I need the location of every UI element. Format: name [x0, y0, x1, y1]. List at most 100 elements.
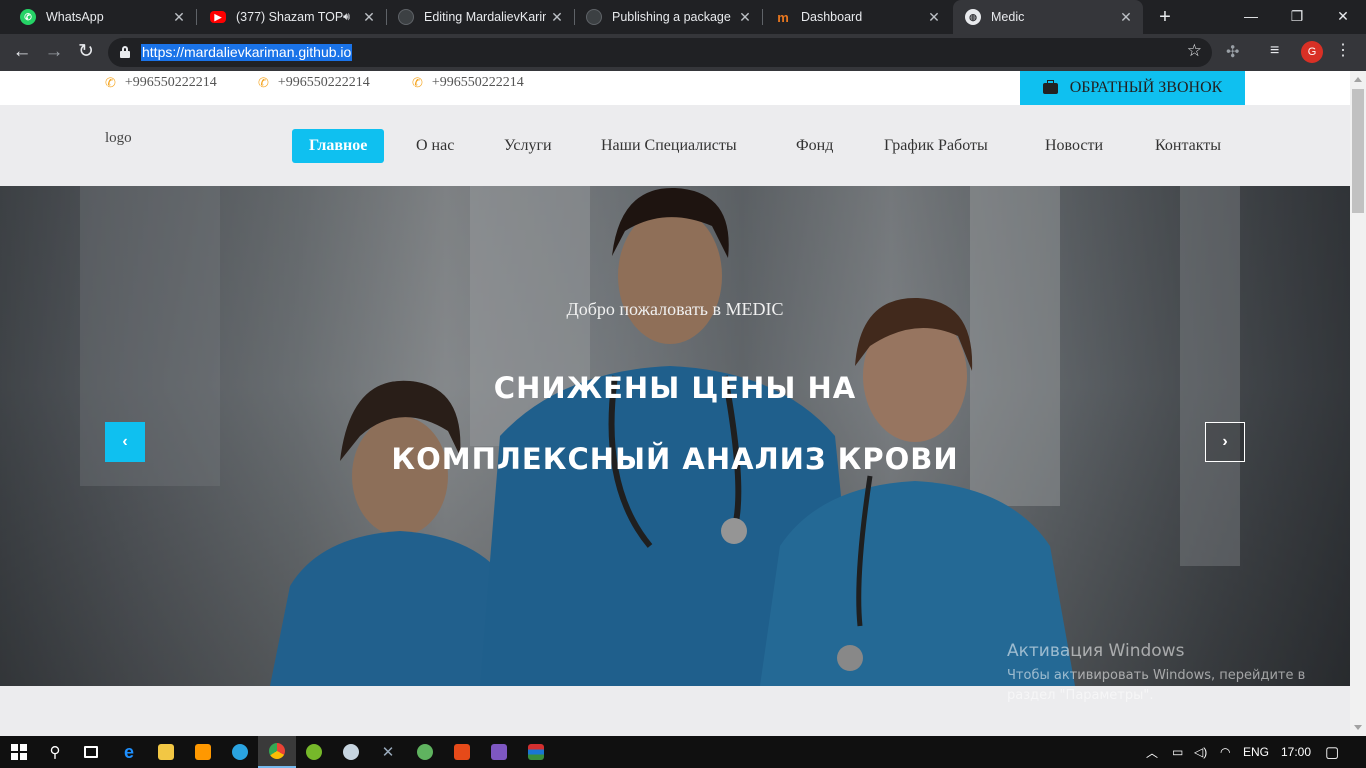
hero-slider: Добро пожаловать в MEDIC СНИЖЕНЫ ЦЕНЫ НА…	[0, 186, 1350, 686]
back-button[interactable]: ←	[8, 38, 36, 66]
main-navbar: logo Главное О нас Услуги Наши Специалис…	[0, 105, 1350, 186]
slider-next-button[interactable]: ›	[1205, 422, 1245, 462]
dashboard-icon: m	[777, 9, 789, 25]
phone-contact-1[interactable]: ✆ +996550222214	[105, 75, 217, 91]
close-icon[interactable]: ✕	[358, 9, 380, 26]
close-icon[interactable]: ✕	[546, 9, 568, 26]
language-indicator[interactable]: ENG	[1243, 736, 1269, 768]
callback-button[interactable]: ОБРАТНЫЙ ЗВОНОК	[1020, 71, 1245, 105]
phone-contact-3[interactable]: ✆ +996550222214	[412, 75, 524, 91]
nav-services[interactable]: Услуги	[504, 129, 552, 163]
tab-title: Editing MardalievKarim	[424, 10, 546, 24]
phone-number: +996550222214	[124, 75, 217, 90]
slider-prev-button[interactable]: ‹	[105, 422, 145, 462]
close-icon[interactable]: ✕	[734, 9, 756, 26]
nav-home[interactable]: Главное	[292, 129, 385, 163]
tab-whatsapp[interactable]: ✆ WhatsApp ✕	[8, 0, 197, 34]
github-icon	[586, 9, 602, 25]
tab-title: WhatsApp	[46, 10, 104, 24]
chevron-right-icon: ›	[1222, 433, 1228, 450]
tab-dashboard[interactable]: m Dashboard ✕	[763, 0, 951, 34]
steam-icon[interactable]	[332, 736, 370, 768]
tab-github-editing[interactable]: Editing MardalievKarim ✕	[386, 0, 575, 34]
notification-icon[interactable]: ▢	[1325, 736, 1339, 768]
phone-contact-2[interactable]: ✆ +996550222214	[258, 75, 370, 91]
callback-label: ОБРАТНЫЙ ЗВОНОК	[1069, 79, 1223, 96]
battery-icon[interactable]: ▭	[1172, 736, 1183, 768]
nav-fund[interactable]: Фонд	[796, 129, 833, 163]
site-logo[interactable]: logo	[105, 130, 132, 147]
address-bar[interactable]: https://mardalievkariman.github.io ☆	[108, 38, 1212, 67]
game-icon[interactable]: ✕	[369, 736, 407, 768]
url-text[interactable]: https://mardalievkariman.github.io	[141, 44, 353, 61]
reload-button[interactable]: ↻	[72, 38, 100, 66]
tab-title: Publishing a package -	[612, 10, 734, 24]
app-purple-icon[interactable]	[480, 736, 518, 768]
volume-icon[interactable]: ◁)	[1194, 736, 1207, 768]
hero-dark-overlay	[0, 186, 1350, 686]
chrome-icon[interactable]	[258, 736, 296, 768]
close-icon[interactable]: ✕	[1115, 9, 1137, 26]
contact-topbar: ✆ +996550222214 ✆ +996550222214 ✆ +99655…	[0, 71, 1350, 105]
audio-playing-icon[interactable]: 🔊︎	[343, 11, 350, 24]
extension-icon[interactable]: ✣	[1226, 42, 1239, 62]
profile-avatar[interactable]: G	[1301, 41, 1323, 63]
maximize-button[interactable]: ❐	[1274, 0, 1320, 34]
tray-chevron-icon[interactable]: ︿	[1146, 736, 1158, 768]
tab-github-publishing[interactable]: Publishing a package - ✕	[574, 0, 763, 34]
phone-icon: ✆	[105, 75, 116, 90]
tab-strip: ✆ WhatsApp ✕ ▶ (377) Shazam TOP 5 🔊︎ ✕ E…	[0, 0, 1366, 34]
nav-contacts[interactable]: Контакты	[1155, 129, 1221, 163]
tab-youtube[interactable]: ▶ (377) Shazam TOP 5 🔊︎ ✕	[198, 0, 387, 34]
search-icon[interactable]: ⚲	[36, 736, 74, 768]
youtube-icon: ▶	[210, 11, 226, 23]
windows-logo-icon	[11, 744, 27, 760]
telegram-icon[interactable]	[221, 736, 259, 768]
office-icon[interactable]	[443, 736, 481, 768]
xbox-icon[interactable]	[406, 736, 444, 768]
tab-title: (377) Shazam TOP 5	[236, 10, 344, 24]
start-button[interactable]	[0, 736, 38, 768]
hero-headline-line-1: СНИЖЕНЫ ЦЕНЫ НА	[493, 371, 857, 405]
page-scrollbar[interactable]	[1350, 71, 1366, 736]
scroll-thumb[interactable]	[1352, 89, 1364, 213]
phone-icon: ✆	[412, 75, 423, 90]
hero-headline-line-2: КОМПЛЕКСНЫЙ АНАЛИЗ КРОВИ	[391, 442, 959, 476]
forward-button[interactable]: →	[40, 38, 68, 66]
tab-medic[interactable]: ◍ Medic ✕	[953, 0, 1143, 34]
phone-number: +996550222214	[431, 75, 524, 90]
activation-text: Чтобы активировать Windows, перейдите в …	[1007, 668, 1306, 703]
window-close-button[interactable]: ✕	[1320, 0, 1366, 34]
lock-icon[interactable]	[120, 46, 130, 58]
wifi-icon[interactable]: ◠	[1220, 736, 1230, 768]
sublime-text-icon[interactable]	[184, 736, 222, 768]
utorrent-icon[interactable]	[295, 736, 333, 768]
tab-separator	[196, 9, 197, 25]
scroll-down-arrow[interactable]	[1354, 725, 1362, 730]
clock[interactable]: 17:00	[1281, 736, 1311, 768]
github-icon	[398, 9, 414, 25]
hero-welcome-text: Добро пожаловать в MEDIC	[566, 299, 784, 319]
chevron-left-icon: ‹	[122, 433, 128, 450]
media-control-icon[interactable]: ≡	[1270, 42, 1279, 60]
nav-about[interactable]: О нас	[416, 129, 454, 163]
bookmark-star-icon[interactable]: ☆	[1187, 41, 1202, 61]
new-tab-button[interactable]: +	[1152, 4, 1178, 30]
task-view-icon[interactable]	[72, 736, 110, 768]
minimize-button[interactable]: —	[1228, 0, 1274, 34]
chrome-menu-icon[interactable]: ⋮	[1333, 40, 1353, 60]
briefcase-icon	[1042, 79, 1058, 94]
windows-activation-watermark: Активация Windows Чтобы активировать Win…	[1007, 641, 1327, 706]
scroll-up-arrow[interactable]	[1354, 77, 1362, 82]
phone-icon: ✆	[258, 75, 269, 90]
close-icon[interactable]: ✕	[923, 9, 945, 26]
nav-schedule[interactable]: График Работы	[884, 129, 988, 163]
file-explorer-icon[interactable]	[147, 736, 185, 768]
edge-icon[interactable]: e	[110, 736, 148, 768]
close-icon[interactable]: ✕	[168, 9, 190, 26]
browser-toolbar: ← → ↻ https://mardalievkariman.github.io…	[0, 34, 1366, 71]
winrar-icon[interactable]	[517, 736, 555, 768]
windows-taskbar: ⚲ e ✕ ︿ ▭ ◁) ◠ ENG 17:00 ▢	[0, 736, 1366, 768]
nav-specialists[interactable]: Наши Специалисты	[601, 129, 737, 163]
nav-news[interactable]: Новости	[1045, 129, 1103, 163]
